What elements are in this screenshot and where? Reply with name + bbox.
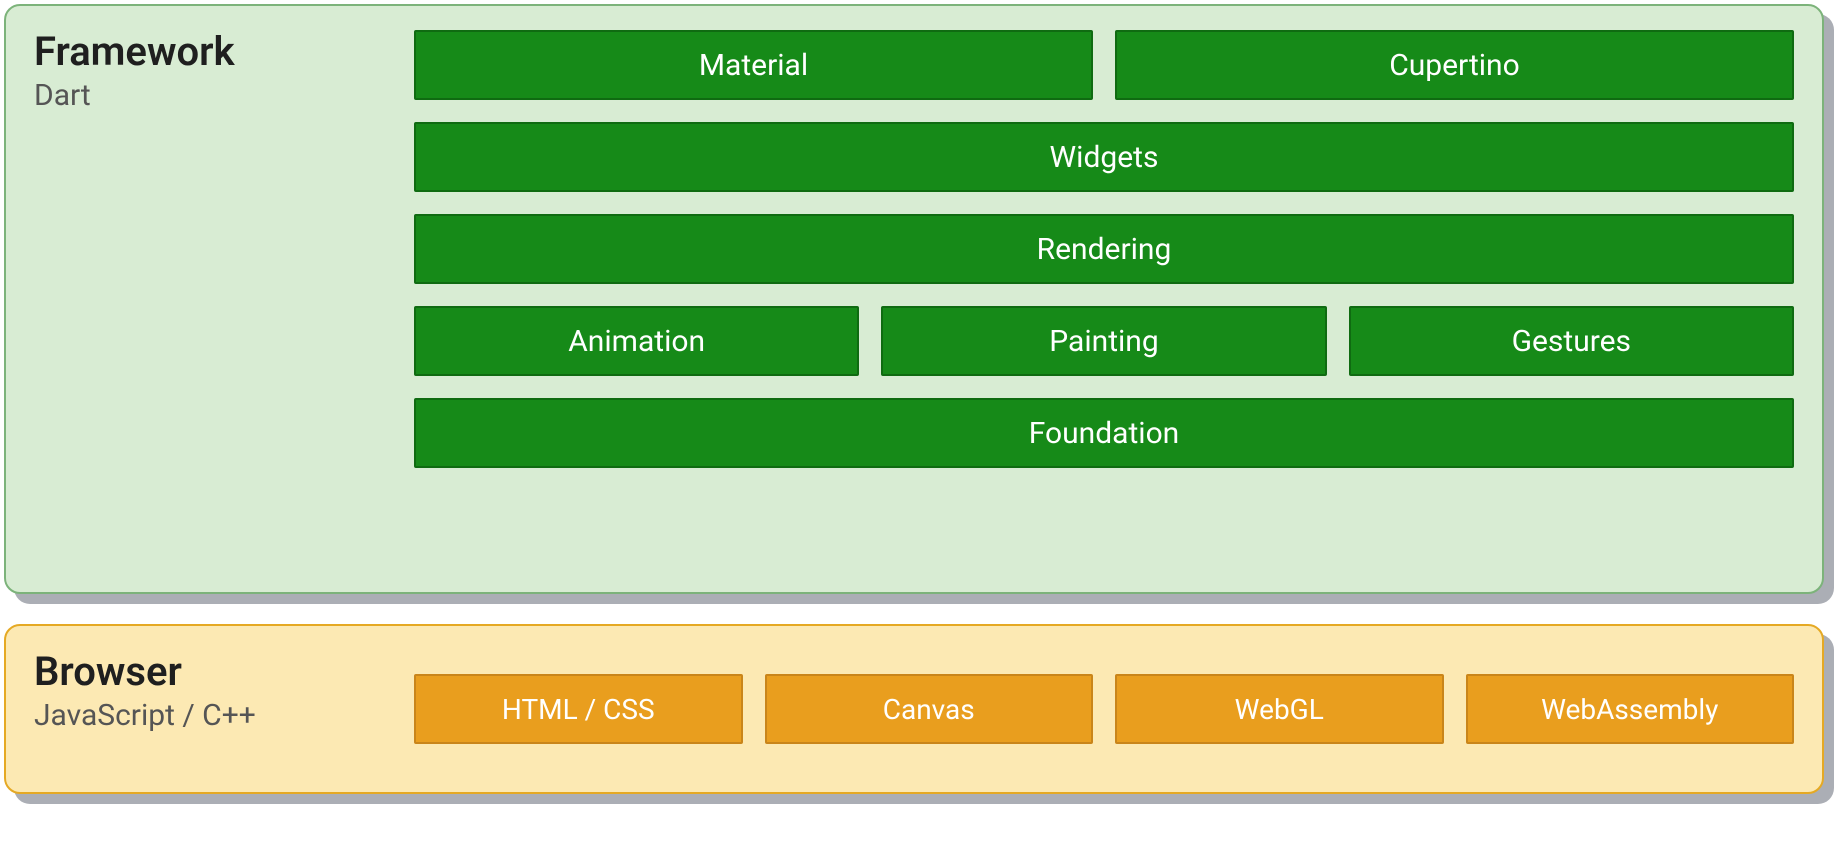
framework-block-cupertino: Cupertino bbox=[1115, 30, 1794, 100]
framework-block-painting: Painting bbox=[881, 306, 1326, 376]
framework-block-animation: Animation bbox=[414, 306, 859, 376]
framework-block-foundation: Foundation bbox=[414, 398, 1794, 468]
framework-subtitle: Dart bbox=[34, 78, 414, 113]
browser-row-0: HTML / CSS Canvas WebGL WebAssembly bbox=[414, 674, 1794, 744]
framework-title: Framework bbox=[34, 30, 414, 74]
browser-header: Browser JavaScript / C++ bbox=[34, 650, 414, 768]
framework-panel: Framework Dart Material Cupertino Widget… bbox=[4, 4, 1824, 594]
framework-body: Material Cupertino Widgets Rendering Ani… bbox=[414, 30, 1794, 568]
framework-row-1: Widgets bbox=[414, 122, 1794, 192]
browser-title: Browser bbox=[34, 650, 414, 694]
framework-row-2: Rendering bbox=[414, 214, 1794, 284]
framework-block-widgets: Widgets bbox=[414, 122, 1794, 192]
framework-block-material: Material bbox=[414, 30, 1093, 100]
framework-row-3: Animation Painting Gestures bbox=[414, 306, 1794, 376]
framework-panel-inner: Framework Dart Material Cupertino Widget… bbox=[4, 4, 1824, 594]
browser-body: HTML / CSS Canvas WebGL WebAssembly bbox=[414, 650, 1794, 768]
framework-block-gestures: Gestures bbox=[1349, 306, 1794, 376]
framework-block-rendering: Rendering bbox=[414, 214, 1794, 284]
framework-header: Framework Dart bbox=[34, 30, 414, 568]
browser-block-canvas: Canvas bbox=[765, 674, 1094, 744]
browser-block-webassembly: WebAssembly bbox=[1466, 674, 1795, 744]
browser-panel: Browser JavaScript / C++ HTML / CSS Canv… bbox=[4, 624, 1824, 794]
browser-panel-inner: Browser JavaScript / C++ HTML / CSS Canv… bbox=[4, 624, 1824, 794]
browser-block-webgl: WebGL bbox=[1115, 674, 1444, 744]
browser-block-html-css: HTML / CSS bbox=[414, 674, 743, 744]
framework-row-4: Foundation bbox=[414, 398, 1794, 468]
browser-subtitle: JavaScript / C++ bbox=[34, 698, 414, 733]
framework-row-0: Material Cupertino bbox=[414, 30, 1794, 100]
